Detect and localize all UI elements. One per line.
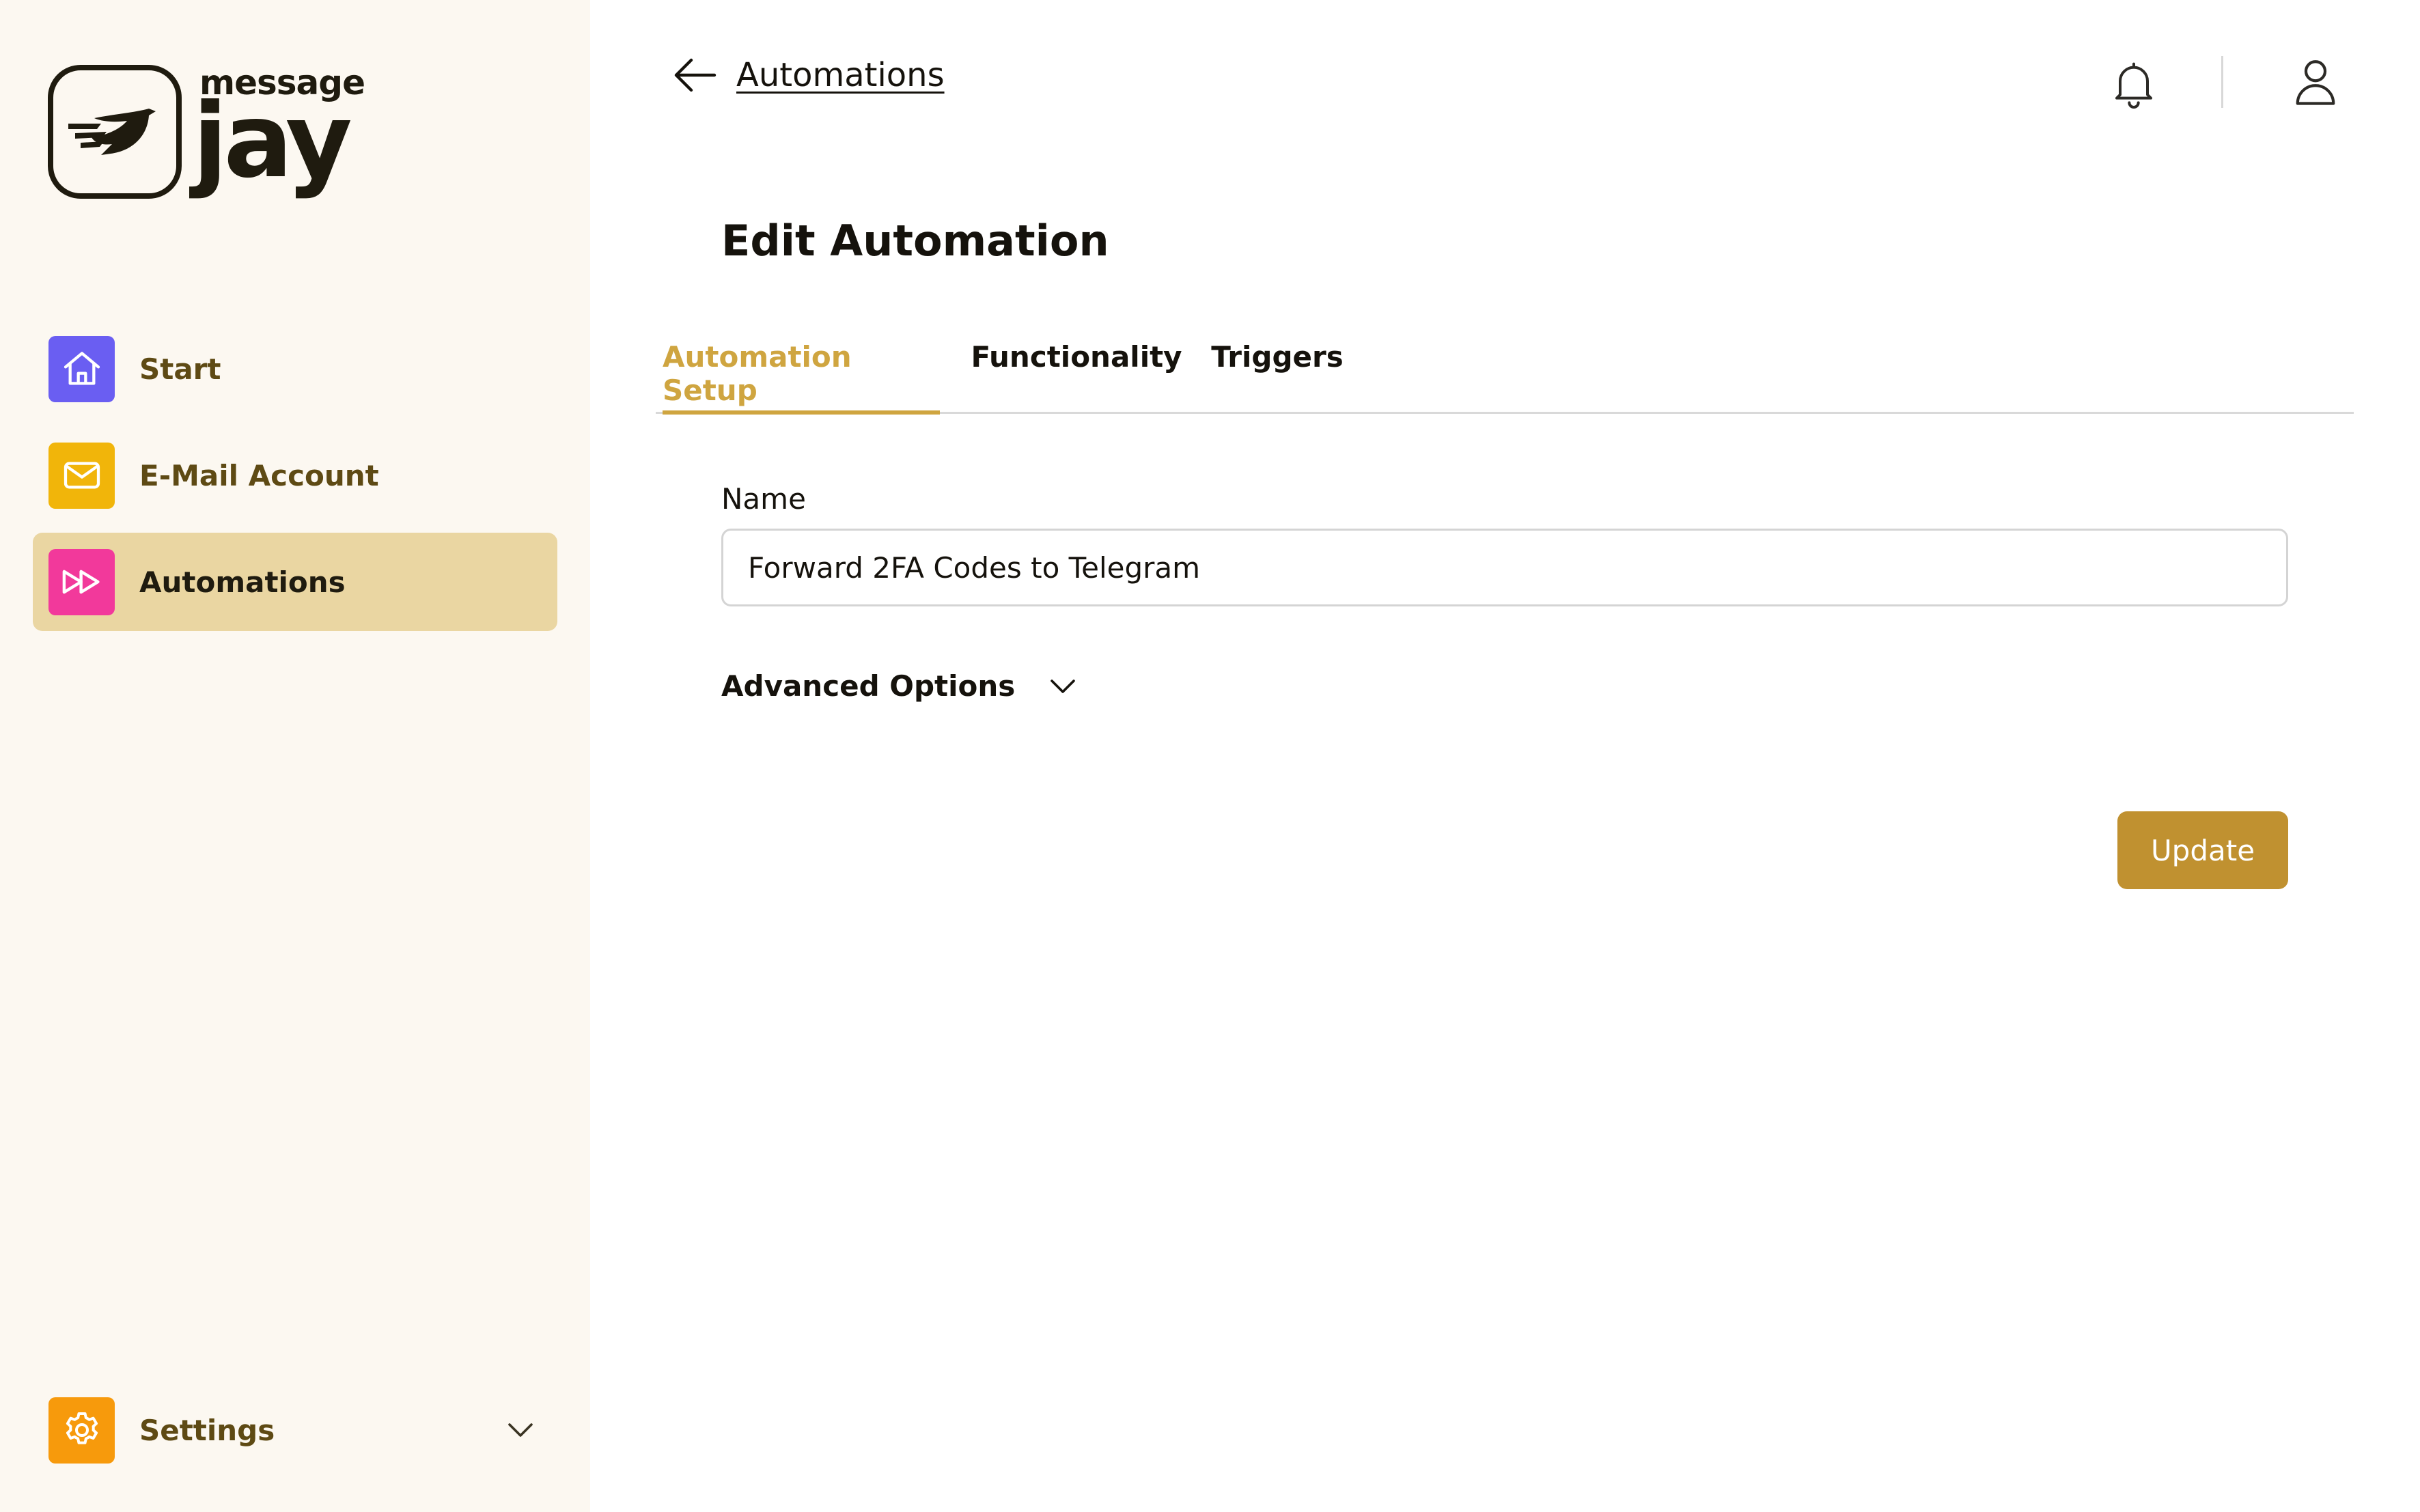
sidebar-item-email-account[interactable]: E-Mail Account: [33, 426, 557, 524]
fast-forward-icon: [48, 548, 115, 615]
sidebar-item-label: E-Mail Account: [139, 458, 379, 492]
name-input[interactable]: [721, 529, 2288, 606]
name-field-label: Name: [721, 482, 806, 516]
page-title: Edit Automation: [721, 216, 1109, 266]
chevron-down-icon: [1051, 679, 1076, 693]
advanced-options-label: Advanced Options: [721, 669, 1016, 703]
sidebar-item-label: Start: [139, 352, 221, 386]
home-icon: [48, 335, 115, 402]
app: message jay Start E-Mail Account Automat…: [0, 0, 2420, 1512]
sidebar: message jay Start E-Mail Account Automat…: [0, 0, 590, 1512]
brand-name-big: jay: [193, 82, 352, 201]
bird-logo-icon: [48, 65, 182, 199]
sidebar-item-start[interactable]: Start: [33, 320, 557, 418]
tab-functionality[interactable]: Functionality: [971, 335, 1182, 414]
sidebar-item-automations[interactable]: Automations: [33, 533, 557, 631]
bell-icon[interactable]: [2106, 56, 2161, 111]
gear-icon: [48, 1397, 115, 1464]
sidebar-item-label: Settings: [139, 1413, 275, 1447]
brand-logo[interactable]: message jay: [48, 63, 365, 206]
user-icon[interactable]: [2287, 53, 2344, 111]
back-to-automations-link[interactable]: Automations: [672, 56, 945, 94]
breadcrumb-link[interactable]: Automations: [736, 56, 945, 94]
tab-automation-setup[interactable]: Automation Setup: [663, 335, 940, 415]
sidebar-item-settings[interactable]: Settings: [33, 1381, 557, 1479]
header-divider: [2221, 56, 2223, 108]
arrow-left-icon: [674, 58, 717, 92]
tab-bar: Automation Setup Functionality Triggers: [656, 335, 2354, 415]
sidebar-item-label: Automations: [139, 565, 346, 599]
mail-icon: [48, 442, 115, 509]
update-button[interactable]: Update: [2117, 811, 2288, 889]
tab-triggers[interactable]: Triggers: [1209, 335, 1346, 414]
advanced-options-toggle[interactable]: Advanced Options: [721, 669, 1079, 703]
main-content: Automations Edit Automation Automation S…: [590, 0, 2420, 1512]
chevron-down-icon[interactable]: [504, 1414, 537, 1446]
